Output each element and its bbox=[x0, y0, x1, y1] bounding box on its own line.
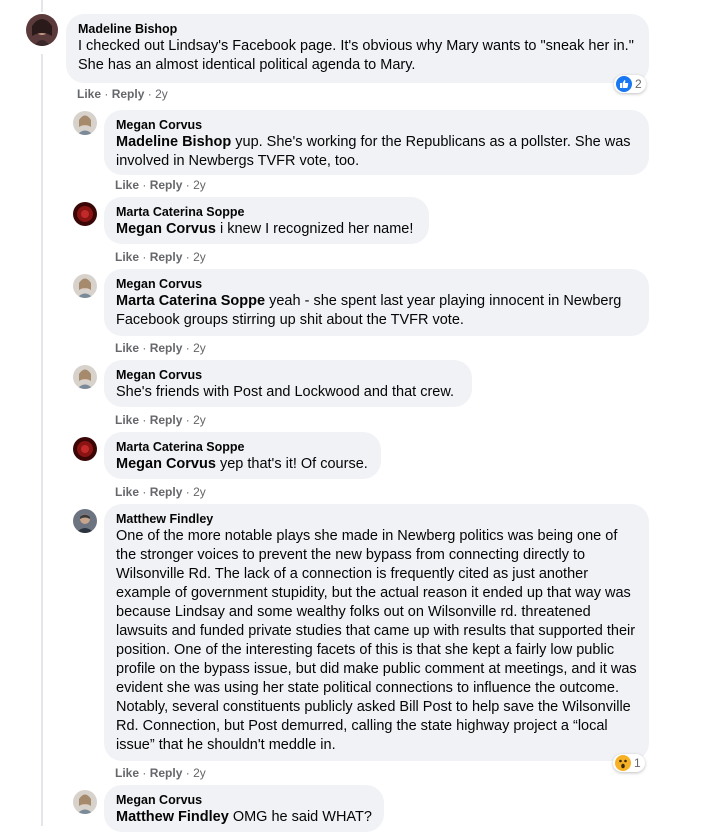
timestamp[interactable]: 2y bbox=[193, 413, 206, 427]
thread-line-top bbox=[41, 0, 43, 12]
wow-face-icon bbox=[615, 755, 631, 771]
comment-author[interactable]: Madeline Bishop bbox=[78, 21, 637, 37]
comment-actions: Like · Reply · 2y bbox=[115, 413, 206, 427]
comment-author[interactable]: Matthew Findley bbox=[116, 511, 637, 527]
mention-link[interactable]: Madeline Bishop bbox=[116, 134, 231, 150]
comment-author[interactable]: Megan Corvus bbox=[116, 276, 637, 292]
reply-button[interactable]: Reply bbox=[112, 87, 145, 101]
separator: · bbox=[185, 178, 190, 192]
comment-bubble: Madeline Bishop I checked out Lindsay's … bbox=[66, 14, 649, 83]
comment-author[interactable]: Megan Corvus bbox=[116, 117, 637, 133]
comment-body: OMG he said WHAT? bbox=[232, 809, 372, 825]
timestamp[interactable]: 2y bbox=[155, 87, 168, 101]
separator: · bbox=[142, 485, 147, 499]
thumbs-up-icon bbox=[616, 76, 632, 92]
avatar[interactable] bbox=[73, 790, 97, 814]
timestamp[interactable]: 2y bbox=[193, 178, 206, 192]
comment-bubble: Megan Corvus She's friends with Post and… bbox=[104, 360, 472, 407]
separator: · bbox=[185, 485, 190, 499]
reaction-count: 2 bbox=[635, 77, 642, 91]
comment-actions: Like · Reply · 2y bbox=[115, 250, 206, 264]
comment-body: i knew I recognized her name! bbox=[219, 221, 414, 237]
separator: · bbox=[142, 766, 147, 780]
thread-line bbox=[41, 54, 43, 826]
comment-bubble: Matthew Findley One of the more notable … bbox=[104, 504, 649, 761]
comment-author[interactable]: Megan Corvus bbox=[116, 792, 372, 808]
like-button[interactable]: Like bbox=[115, 178, 139, 192]
comment-author[interactable]: Megan Corvus bbox=[116, 367, 460, 383]
comment-text: I checked out Lindsay's Facebook page. I… bbox=[78, 38, 634, 73]
separator: · bbox=[185, 341, 190, 355]
comment-actions: Like · Reply · 2y bbox=[115, 485, 206, 499]
reaction-count: 1 bbox=[634, 756, 641, 770]
separator: · bbox=[142, 250, 147, 264]
timestamp[interactable]: 2y bbox=[193, 250, 206, 264]
like-button[interactable]: Like bbox=[77, 87, 101, 101]
like-button[interactable]: Like bbox=[115, 413, 139, 427]
comment-actions: Like · Reply · 2y bbox=[77, 87, 168, 101]
avatar[interactable] bbox=[73, 437, 97, 461]
comment-actions: Like · Reply · 2y bbox=[115, 341, 206, 355]
mention-link[interactable]: Megan Corvus bbox=[116, 456, 216, 472]
like-button[interactable]: Like bbox=[115, 766, 139, 780]
separator: · bbox=[185, 766, 190, 780]
comment-text: Marta Caterina Soppe yeah - she spent la… bbox=[116, 292, 637, 330]
separator: · bbox=[142, 341, 147, 355]
comment-bubble: Marta Caterina Soppe Megan Corvus yep th… bbox=[104, 432, 381, 479]
comment-text: Matthew Findley OMG he said WHAT? bbox=[116, 808, 372, 827]
like-button[interactable]: Like bbox=[115, 250, 139, 264]
timestamp[interactable]: 2y bbox=[193, 341, 206, 355]
avatar[interactable] bbox=[73, 111, 97, 135]
reaction-summary[interactable]: 2 bbox=[614, 75, 646, 93]
mention-link[interactable]: Megan Corvus bbox=[116, 221, 216, 237]
reply-button[interactable]: Reply bbox=[150, 413, 183, 427]
avatar[interactable] bbox=[73, 365, 97, 389]
mention-link[interactable]: Matthew Findley bbox=[116, 809, 229, 825]
separator: · bbox=[104, 87, 109, 101]
separator: · bbox=[185, 250, 190, 264]
reply-button[interactable]: Reply bbox=[150, 341, 183, 355]
avatar[interactable] bbox=[73, 274, 97, 298]
separator: · bbox=[185, 413, 190, 427]
comment-bubble: Megan Corvus Madeline Bishop yup. She's … bbox=[104, 110, 649, 175]
comment-author[interactable]: Marta Caterina Soppe bbox=[116, 204, 417, 220]
timestamp[interactable]: 2y bbox=[193, 766, 206, 780]
timestamp[interactable]: 2y bbox=[193, 485, 206, 499]
avatar[interactable] bbox=[73, 509, 97, 533]
like-button[interactable]: Like bbox=[115, 341, 139, 355]
comment-text: Madeline Bishop yup. She's working for t… bbox=[116, 133, 637, 171]
avatar[interactable] bbox=[26, 14, 58, 46]
like-button[interactable]: Like bbox=[115, 485, 139, 499]
reply-button[interactable]: Reply bbox=[150, 485, 183, 499]
comment-bubble: Marta Caterina Soppe Megan Corvus i knew… bbox=[104, 197, 429, 244]
separator: · bbox=[142, 413, 147, 427]
mention-link[interactable]: Marta Caterina Soppe bbox=[116, 293, 265, 309]
comment-text: Megan Corvus yep that's it! Of course. bbox=[116, 455, 369, 474]
comment-actions: Like · Reply · 2y bbox=[115, 766, 206, 780]
separator: · bbox=[142, 178, 147, 192]
comment-bubble: Megan Corvus Marta Caterina Soppe yeah -… bbox=[104, 269, 649, 336]
reply-button[interactable]: Reply bbox=[150, 766, 183, 780]
comment-actions: Like · Reply · 2y bbox=[115, 178, 206, 192]
comment-bubble: Megan Corvus Matthew Findley OMG he said… bbox=[104, 785, 384, 832]
reaction-summary[interactable]: 1 bbox=[613, 754, 645, 772]
avatar[interactable] bbox=[73, 202, 97, 226]
reply-button[interactable]: Reply bbox=[150, 250, 183, 264]
comment-body: yep that's it! Of course. bbox=[219, 456, 368, 472]
comment-text: One of the more notable plays she made i… bbox=[116, 528, 637, 753]
comment-text: She's friends with Post and Lockwood and… bbox=[116, 384, 455, 400]
comment-text: Megan Corvus i knew I recognized her nam… bbox=[116, 220, 417, 239]
separator: · bbox=[147, 87, 152, 101]
comment-author[interactable]: Marta Caterina Soppe bbox=[116, 439, 369, 455]
reply-button[interactable]: Reply bbox=[150, 178, 183, 192]
